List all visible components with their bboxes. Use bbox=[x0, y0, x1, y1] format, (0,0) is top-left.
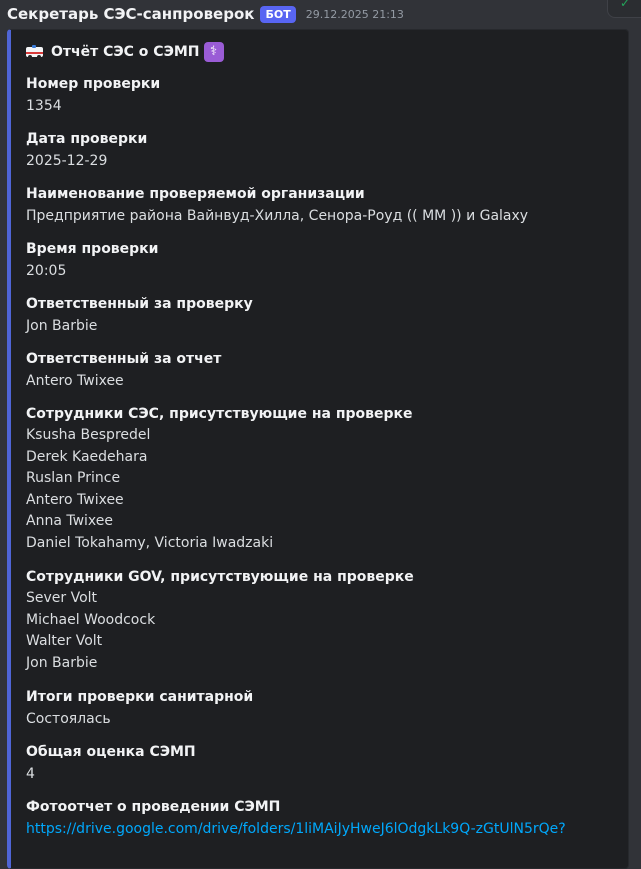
field-value: 1354 bbox=[26, 98, 62, 114]
field-name: Общая оценка СЭМП bbox=[26, 744, 196, 760]
ambulance-icon bbox=[26, 45, 46, 59]
bot-username[interactable]: Секретарь СЭС-санпроверок bbox=[7, 5, 254, 23]
field-name: Сотрудники GOV, присутствующие на провер… bbox=[26, 569, 414, 585]
field-name: Итоги проверки санитарной bbox=[26, 689, 254, 705]
field-overall-score: Общая оценка СЭМП 4 bbox=[26, 741, 626, 785]
field-value: Antero Twixee bbox=[26, 373, 124, 389]
field-name: Наименование проверяемой организации bbox=[26, 186, 365, 202]
field-inspection-number: Номер проверки 1354 bbox=[26, 73, 626, 117]
field-inspection-date: Дата проверки 2025-12-29 bbox=[26, 128, 626, 172]
field-organization: Наименование проверяемой организации Пре… bbox=[26, 183, 626, 227]
field-value: 4 bbox=[26, 766, 35, 782]
staff-name: Derek Kaedehara bbox=[26, 448, 148, 465]
photo-report-link[interactable]: https://drive.google.com/drive/folders/1… bbox=[26, 818, 626, 840]
message-header: Секретарь СЭС-санпроверок БОТ 29.12.2025… bbox=[7, 2, 404, 26]
field-inspection-time: Время проверки 20:05 bbox=[26, 238, 626, 282]
embed-content: Отчёт СЭС о СЭМП ⚕ Номер проверки 1354 Д… bbox=[26, 40, 616, 837]
field-name: Время проверки bbox=[26, 241, 159, 257]
staff-name: Walter Volt bbox=[26, 633, 103, 650]
field-value: 20:05 bbox=[26, 263, 67, 279]
medical-symbol-icon: ⚕ bbox=[203, 42, 224, 62]
staff-name: Ruslan Prince bbox=[26, 470, 121, 487]
field-value: Предприятие района Вайнвуд-Хилла, Сенора… bbox=[26, 208, 529, 224]
field-name: Номер проверки bbox=[26, 76, 161, 92]
staff-name: Antero Twixee bbox=[26, 491, 124, 508]
field-name: Сотрудники СЭС, присутствующие на провер… bbox=[26, 406, 413, 422]
field-name: Ответственный за проверку bbox=[26, 296, 253, 312]
staff-name: Sever Volt bbox=[26, 590, 98, 606]
field-photo-report: Фотоотчет о проведении СЭМП https://driv… bbox=[26, 796, 626, 840]
checkmark-icon: ✓ bbox=[620, 0, 631, 10]
staff-name: Jon Barbie bbox=[26, 654, 98, 671]
field-inspection-result: Итоги проверки санитарной Состоялась bbox=[26, 686, 626, 730]
field-value-list: Sever Volt Michael Woodcock Walter Volt … bbox=[26, 588, 626, 674]
field-name: Фотоотчет о проведении СЭМП bbox=[26, 799, 281, 815]
staff-name: Ksusha Bespredel bbox=[26, 427, 151, 443]
message-timestamp[interactable]: 29.12.2025 21:13 bbox=[306, 8, 404, 21]
field-value: Jon Barbie bbox=[26, 318, 98, 334]
embed-title: Отчёт СЭС о СЭМП ⚕ bbox=[26, 40, 616, 64]
bot-badge: БОТ bbox=[260, 5, 296, 23]
embed-title-text: Отчёт СЭС о СЭМП bbox=[51, 44, 200, 60]
field-ses-staff: Сотрудники СЭС, присутствующие на провер… bbox=[26, 403, 626, 555]
field-value: Состоялась bbox=[26, 711, 111, 727]
staff-name: Michael Woodcock bbox=[26, 611, 156, 628]
field-gov-staff: Сотрудники GOV, присутствующие на провер… bbox=[26, 566, 626, 674]
field-responsible-report: Ответственный за отчет Antero Twixee bbox=[26, 348, 626, 392]
field-name: Дата проверки bbox=[26, 131, 148, 147]
embed-card: Отчёт СЭС о СЭМП ⚕ Номер проверки 1354 Д… bbox=[7, 29, 629, 869]
field-value: 2025-12-29 bbox=[26, 153, 108, 169]
field-name: Ответственный за отчет bbox=[26, 351, 222, 367]
add-reaction-button[interactable]: ✓ bbox=[607, 0, 641, 18]
field-responsible-inspection: Ответственный за проверку Jon Barbie bbox=[26, 293, 626, 337]
staff-name: Anna Twixee bbox=[26, 513, 114, 530]
staff-name: Daniel Tokahamy, Victoria Iwadzaki bbox=[26, 534, 274, 551]
field-value-list: Ksusha Bespredel Derek Kaedehara Ruslan … bbox=[26, 425, 626, 555]
